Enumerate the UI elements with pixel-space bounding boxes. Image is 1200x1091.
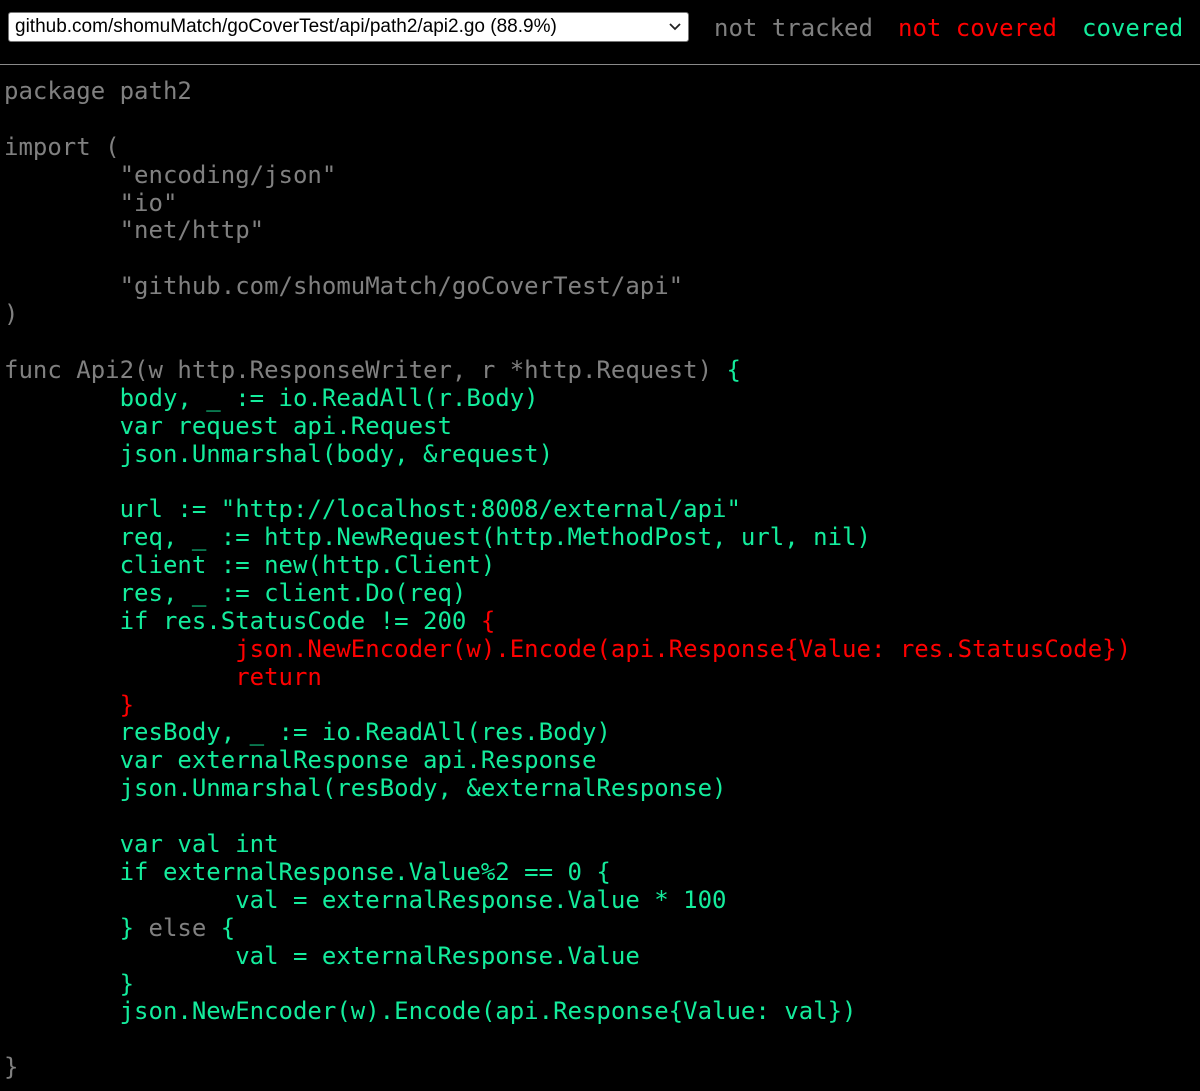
code-segment: { [480, 606, 496, 635]
top-bar: github.com/shomuMatch/goCoverTest/api/pa… [0, 0, 1200, 65]
code-line: json.Unmarshal(resBody, &externalRespons… [4, 774, 1131, 803]
code-segment: res, _ := client.Do(req) [4, 579, 467, 608]
code-line: if res.StatusCode != 200 { [4, 606, 1131, 636]
code-segment: return [4, 662, 322, 691]
code-line: res, _ := client.Do(req) [4, 579, 1131, 608]
code-segment: if externalResponse.Value%2 == 0 { [4, 857, 611, 886]
code-segment: "encoding/json" [4, 160, 337, 189]
code-line: ) [4, 300, 1131, 329]
code-line: var externalResponse api.Response [4, 746, 1131, 775]
code-segment: url := "http://localhost:8008/external/a… [4, 495, 741, 524]
code-line: "encoding/json" [4, 160, 1131, 190]
code-segment: val = externalResponse.Value * 100 [4, 885, 727, 914]
code-segment: json.Unmarshal(resBody, &externalRespons… [4, 774, 727, 803]
code-line: json.Unmarshal(body, &request) [4, 439, 1131, 469]
code-line: } [4, 690, 1131, 720]
code-segment: } [4, 1053, 19, 1082]
code-line: json.NewEncoder(w).Encode(api.Response{V… [4, 997, 1131, 1026]
code-line: import ( [4, 132, 1131, 162]
code-segment: } [4, 690, 135, 719]
code-segment: body, _ := io.ReadAll(r.Body) [4, 383, 539, 412]
code-segment: { [220, 913, 236, 942]
code-line: func Api2(w http.ResponseWriter, r *http… [4, 355, 1131, 385]
legend-not-tracked: not tracked [714, 14, 873, 42]
code-line: val = externalResponse.Value * 100 [4, 885, 1131, 915]
code-line: return [4, 662, 1131, 692]
code-line: var request api.Request [4, 411, 1131, 441]
code-segment: resBody, _ := io.ReadAll(res.Body) [4, 718, 611, 747]
code-segment: else [134, 913, 221, 942]
code-segment: json.NewEncoder(w).Encode(api.Response{V… [4, 997, 857, 1026]
code-segment: req, _ := http.NewRequest(http.MethodPos… [4, 523, 871, 552]
code-segment: import ( [4, 132, 120, 161]
code-segment: } [4, 969, 135, 998]
code-line: "net/http" [4, 217, 1131, 245]
chevron-down-icon [669, 23, 681, 31]
legend-not-covered: not covered [898, 14, 1057, 42]
code-segment: var externalResponse api.Response [4, 746, 597, 775]
file-select-value: github.com/shomuMatch/goCoverTest/api/pa… [15, 16, 557, 37]
code-segment: client := new(http.Client) [4, 551, 496, 580]
code-segment: var request api.Request [4, 411, 452, 440]
code-line: "github.com/shomuMatch/goCoverTest/api" [4, 272, 1131, 301]
file-select-dropdown[interactable]: github.com/shomuMatch/goCoverTest/api/pa… [8, 12, 689, 42]
code-line: } [4, 1053, 1131, 1082]
code-segment: if res.StatusCode != 200 [4, 606, 481, 635]
code-segment: json.NewEncoder(w).Encode(api.Response{V… [4, 634, 1132, 663]
code-segment: json.Unmarshal(body, &request) [4, 439, 554, 468]
code-segment: val = externalResponse.Value [4, 941, 640, 970]
legend-covered: covered [1082, 14, 1184, 42]
code-segment: { [726, 355, 741, 384]
code-line: body, _ := io.ReadAll(r.Body) [4, 383, 1131, 413]
source-code: package path2 import ( "encoding/json" "… [4, 77, 1132, 1082]
code-line: val = externalResponse.Value [4, 941, 1131, 971]
code-line: "io" [4, 188, 1131, 218]
code-segment: package path2 [4, 77, 192, 105]
code-line: if externalResponse.Value%2 == 0 { [4, 857, 1131, 887]
code-line: var val int [4, 830, 1131, 859]
code-segment: "io" [4, 188, 178, 217]
code-line: client := new(http.Client) [4, 551, 1131, 580]
code-line: url := "http://localhost:8008/external/a… [4, 495, 1131, 524]
code-segment: } [4, 913, 135, 942]
code-line: resBody, _ := io.ReadAll(res.Body) [4, 719, 1131, 747]
code-segment: var val int [4, 830, 279, 859]
code-segment: "github.com/shomuMatch/goCoverTest/api" [4, 272, 684, 301]
code-segment: func Api2(w http.ResponseWriter, r *http… [4, 355, 727, 384]
code-line: } [4, 969, 1131, 999]
code-segment: "net/http" [4, 216, 265, 245]
code-line: } else { [4, 913, 1131, 943]
code-line: json.NewEncoder(w).Encode(api.Response{V… [4, 634, 1132, 664]
code-segment: ) [4, 300, 19, 329]
code-line: package path2 [4, 77, 1131, 106]
code-line: req, _ := http.NewRequest(http.MethodPos… [4, 523, 1131, 552]
